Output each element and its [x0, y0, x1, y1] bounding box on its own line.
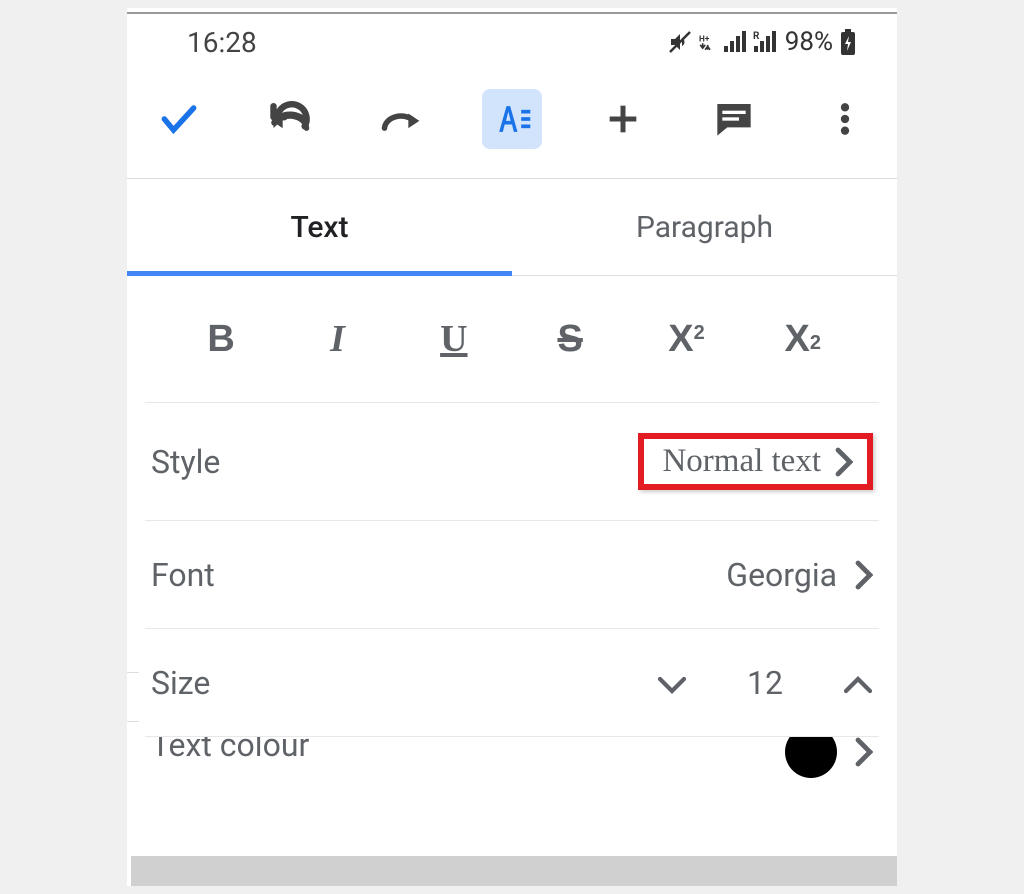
network-icon: H+: [699, 30, 717, 54]
superscript-button[interactable]: X2: [643, 304, 729, 374]
battery-charging-icon: [839, 28, 857, 56]
plus-icon: [603, 99, 643, 139]
text-color-value-group: [785, 737, 873, 778]
comment-icon: [714, 99, 754, 139]
font-value: Georgia: [726, 556, 837, 594]
phone-frame: 16:28 H+ R 98%: [127, 8, 897, 886]
status-indicators: H+ R 98%: [667, 27, 857, 57]
svg-text:H+: H+: [699, 34, 710, 44]
chevron-up-icon: [843, 676, 873, 694]
format-tabs: Text Paragraph: [127, 178, 897, 276]
tab-paragraph-label: Paragraph: [636, 210, 773, 245]
chevron-right-icon: [855, 560, 873, 590]
style-label: Style: [151, 443, 220, 481]
more-vertical-icon: [825, 99, 865, 139]
subscript-button[interactable]: X2: [760, 304, 846, 374]
size-decrease-button[interactable]: [657, 664, 687, 702]
check-icon: [157, 97, 201, 141]
size-row: Size 12: [145, 629, 879, 737]
battery-percentage: 98%: [785, 27, 833, 57]
text-format-icon: [490, 97, 534, 141]
signal-roaming-icon: R: [753, 30, 777, 54]
font-label: Font: [151, 556, 215, 594]
mute-icon: [667, 30, 693, 54]
redo-icon: [379, 103, 423, 135]
done-button[interactable]: [149, 89, 209, 149]
style-row[interactable]: Style Normal text: [145, 403, 879, 521]
signal-icon: [723, 30, 747, 54]
status-time: 16:28: [187, 26, 257, 59]
svg-text:R: R: [753, 31, 760, 42]
tab-text-label: Text: [290, 210, 348, 245]
size-label: Size: [151, 664, 210, 702]
status-bar: 16:28 H+ R 98%: [127, 8, 897, 68]
style-value: Normal text: [662, 443, 821, 480]
bold-button[interactable]: B: [178, 304, 264, 374]
size-value: 12: [747, 664, 783, 702]
font-value-group: Georgia: [726, 556, 873, 594]
style-highlight: Normal text: [638, 433, 873, 490]
undo-button[interactable]: [260, 89, 320, 149]
strikethrough-button[interactable]: S: [527, 304, 613, 374]
undo-icon: [268, 103, 312, 135]
tab-text[interactable]: Text: [127, 179, 512, 275]
text-format-button[interactable]: [482, 89, 542, 149]
side-tab: [127, 672, 139, 722]
text-color-label: Text colour: [151, 737, 309, 764]
italic-button[interactable]: I: [294, 304, 380, 374]
redo-button[interactable]: [371, 89, 431, 149]
chevron-right-icon: [855, 737, 873, 767]
more-button[interactable]: [815, 89, 875, 149]
font-row[interactable]: Font Georgia: [145, 521, 879, 629]
underline-button[interactable]: U: [411, 304, 497, 374]
text-color-swatch: [785, 737, 837, 778]
text-color-row[interactable]: Text colour: [145, 737, 879, 845]
insert-button[interactable]: [593, 89, 653, 149]
format-style-row: B I U S X2 X2: [145, 276, 879, 403]
chevron-down-icon: [657, 676, 687, 694]
toolbar: [127, 68, 897, 178]
size-increase-button[interactable]: [843, 664, 873, 702]
tab-paragraph[interactable]: Paragraph: [512, 179, 897, 275]
bottom-overlay: [131, 856, 897, 886]
chevron-right-icon: [835, 447, 853, 477]
size-controls: 12: [657, 664, 873, 702]
comment-button[interactable]: [704, 89, 764, 149]
